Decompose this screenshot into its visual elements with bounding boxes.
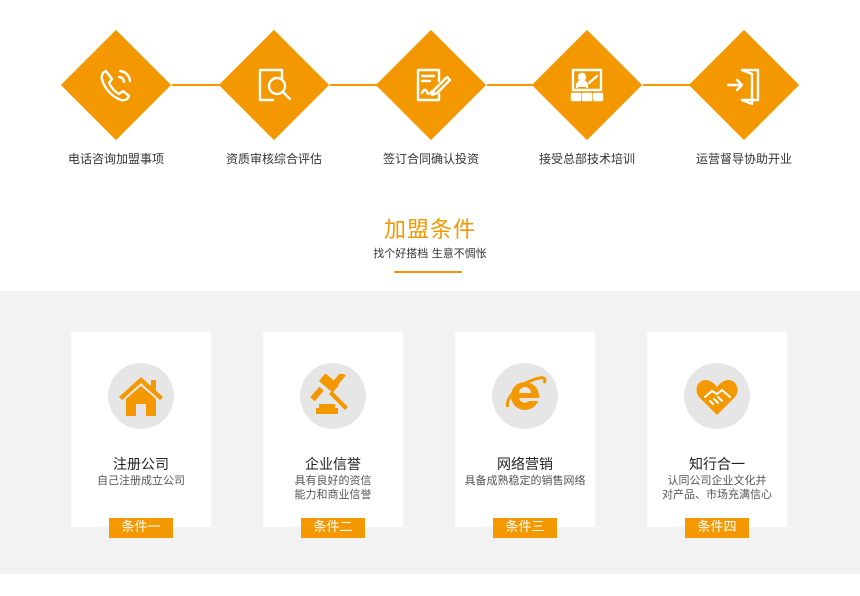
condition-badge: 条件二 <box>301 518 365 538</box>
step-1: 电话咨询加盟事项 <box>60 29 172 169</box>
step-connector <box>487 84 535 86</box>
door-enter-icon <box>724 65 764 105</box>
condition-card-4: 知行合一 认同公司企业文化并 对产品、市场充满信心 <box>647 332 787 527</box>
search-document-icon <box>254 65 294 105</box>
card-description-line: 具有良好的资信 <box>294 474 372 487</box>
card-description: 具备成熟稳定的销售网络 <box>455 474 595 488</box>
card-title: 网络营销 <box>497 457 553 473</box>
condition-card-3: 网络营销 具备成熟稳定的销售网络 <box>455 332 595 527</box>
step-connector <box>172 84 220 86</box>
step-connector <box>330 84 378 86</box>
condition-badge: 条件四 <box>685 518 749 538</box>
section-subtitle: 找个好搭档 生意不惆怅 <box>373 247 487 260</box>
step-label: 电话咨询加盟事项 <box>67 152 164 166</box>
condition-badge: 条件一 <box>109 518 173 538</box>
card-title: 企业信誉 <box>305 457 361 473</box>
gavel-icon <box>300 363 366 429</box>
card-title: 知行合一 <box>689 457 745 473</box>
step-label: 接受总部技术培训 <box>538 152 635 166</box>
step-2: 资质审核综合评估 <box>218 29 330 169</box>
section-title: 加盟条件 <box>383 218 476 243</box>
card-title: 注册公司 <box>113 457 169 473</box>
step-label: 签订合同确认投资 <box>382 152 479 166</box>
training-icon <box>567 65 607 105</box>
step-label: 资质审核综合评估 <box>225 152 322 166</box>
phone-icon <box>96 65 136 105</box>
card-description: 具有良好的资信 能力和商业信誉 <box>263 474 403 502</box>
sign-contract-icon <box>411 65 451 105</box>
condition-badge: 条件三 <box>493 518 557 538</box>
card-description-line: 对产品、市场充满信心 <box>662 488 772 501</box>
card-description-line: 能力和商业信誉 <box>294 488 372 501</box>
card-description: 认同公司企业文化并 对产品、市场充满信心 <box>647 474 787 502</box>
card-description-line: 自己注册成立公司 <box>97 474 185 487</box>
process-steps: 电话咨询加盟事项 资质审核综合评估 签订合同确认投资 接受总部技术培训 运营督导… <box>0 0 860 190</box>
step-label: 运营督导协助开业 <box>695 152 792 166</box>
card-description-line: 具备成熟稳定的销售网络 <box>464 474 586 487</box>
house-icon <box>108 363 174 429</box>
condition-card-2: 企业信誉 具有良好的资信 能力和商业信誉 <box>263 332 403 527</box>
card-description: 自己注册成立公司 <box>71 474 211 488</box>
internet-explorer-icon <box>492 363 558 429</box>
step-3: 签订合同确认投资 <box>375 29 487 169</box>
step-4: 接受总部技术培训 <box>531 29 643 169</box>
step-connector <box>643 84 691 86</box>
section-heading: 加盟条件 找个好搭档 生意不惆怅 <box>0 216 860 262</box>
condition-card-1: 注册公司 自己注册成立公司 <box>71 332 211 527</box>
step-5: 运营督导协助开业 <box>688 29 800 169</box>
heading-underline <box>394 271 462 273</box>
handshake-heart-icon <box>684 363 750 429</box>
card-description-line: 认同公司企业文化并 <box>667 474 767 487</box>
